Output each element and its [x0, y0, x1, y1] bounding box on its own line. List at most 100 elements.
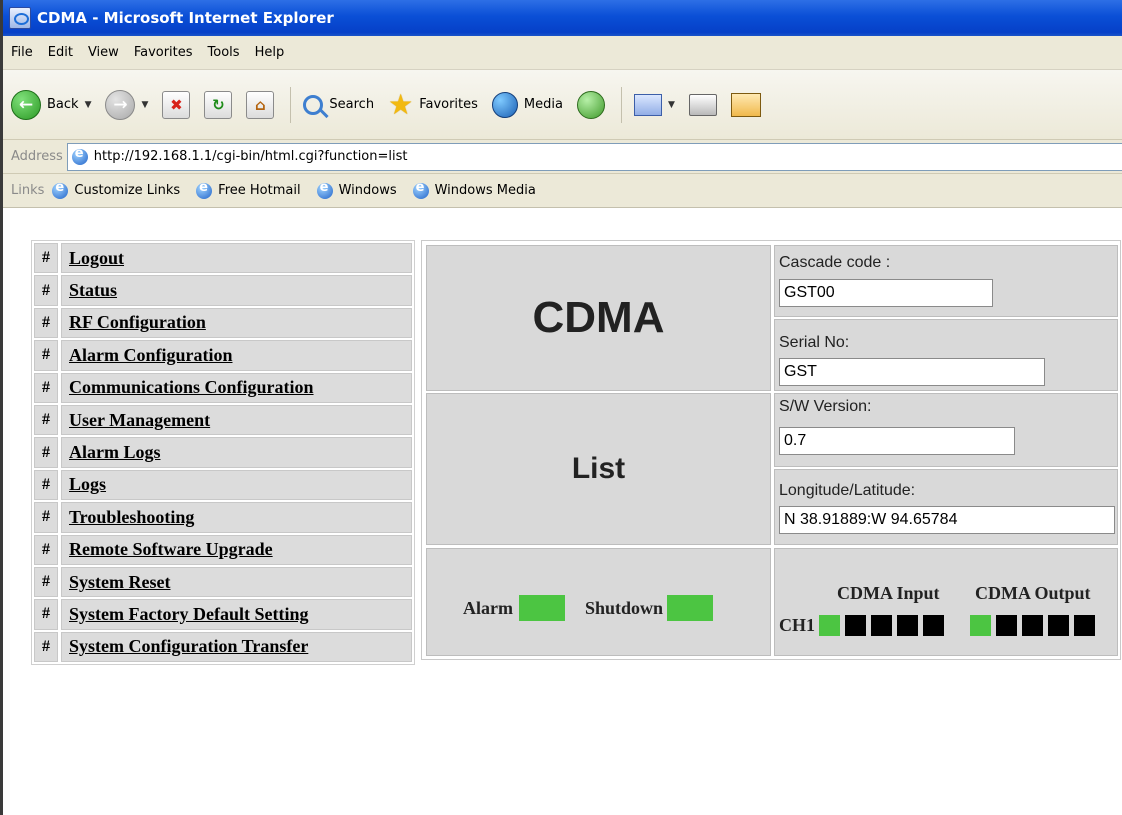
ie-page-icon — [412, 180, 429, 199]
serial-no-field[interactable]: GST — [779, 358, 1045, 386]
media-button[interactable]: Media — [491, 91, 563, 118]
menu-file[interactable]: File — [11, 45, 33, 60]
links-label: Links — [11, 183, 45, 198]
sidebar-link-system-configuration-transfer[interactable]: System Configuration Transfer — [61, 631, 412, 663]
ie-page-icon — [71, 146, 88, 165]
sidebar-link-rf-configuration[interactable]: RF Configuration — [61, 307, 412, 339]
sidebar-link-communications-configuration[interactable]: Communications Configuration — [61, 372, 412, 403]
sidebar-menu: # Logout # Status # RF Configuration # A… — [31, 240, 415, 666]
shutdown-led — [667, 595, 714, 621]
chevron-down-icon[interactable]: ▼ — [85, 100, 92, 110]
hash-marker: # — [34, 599, 58, 630]
address-url: http://192.168.1.1/cgi-bin/html.cgi?func… — [93, 149, 408, 164]
links-bar: Links Customize Links Free Hotmail Windo… — [3, 174, 1122, 208]
hash-marker: # — [34, 566, 58, 598]
hash-marker: # — [34, 275, 58, 306]
chevron-down-icon[interactable]: ▼ — [668, 100, 675, 110]
menu-view[interactable]: View — [88, 45, 119, 60]
device-title: CDMA — [532, 293, 665, 342]
hash-marker: # — [34, 534, 58, 565]
sidebar-item-system-factory-default-setting: # System Factory Default Setting — [34, 599, 412, 630]
menu-help[interactable]: Help — [255, 45, 285, 60]
hash-marker: # — [34, 340, 58, 371]
input-indicator-3 — [871, 615, 892, 636]
sidebar-link-logs[interactable]: Logs — [61, 469, 412, 501]
home-button[interactable]: ⌂ — [246, 90, 275, 119]
search-button[interactable]: Search — [303, 94, 374, 115]
window-title: CDMA - Microsoft Internet Explorer — [37, 9, 334, 27]
shutdown-label: Shutdown — [584, 597, 664, 618]
hash-marker: # — [34, 404, 58, 436]
refresh-button[interactable]: ↻ — [204, 90, 233, 119]
sidebar-link-system-reset[interactable]: System Reset — [61, 566, 412, 598]
input-indicator-5 — [923, 615, 944, 636]
favorites-button[interactable]: ★ Favorites — [388, 90, 478, 119]
back-arrow-icon: ← — [11, 89, 41, 120]
edit-button[interactable] — [730, 92, 761, 117]
menu-edit[interactable]: Edit — [48, 45, 73, 60]
sidebar-item-user-management: # User Management — [34, 404, 412, 436]
home-icon: ⌂ — [246, 90, 275, 119]
hash-marker: # — [34, 631, 58, 663]
edit-icon — [730, 92, 761, 117]
hash-marker: # — [34, 502, 58, 533]
sidebar-item-alarm-logs: # Alarm Logs — [34, 437, 412, 468]
history-button[interactable] — [576, 90, 605, 119]
input-indicator-2 — [845, 615, 866, 636]
menu-favorites[interactable]: Favorites — [134, 45, 193, 60]
link-windows-media[interactable]: Windows Media — [412, 180, 536, 199]
device-title-cell: CDMA — [426, 245, 771, 391]
address-input[interactable]: http://192.168.1.1/cgi-bin/html.cgi?func… — [66, 142, 1122, 171]
standard-toolbar: ← Back ▼ → ▼ ✖ ↻ ⌂ Search ★ Favorites Me… — [3, 70, 1122, 140]
media-icon — [491, 91, 518, 118]
forward-button[interactable]: → ▼ — [105, 89, 148, 120]
alarm-led — [518, 595, 565, 621]
location-field[interactable]: N 38.91889:W 94.65784 — [779, 506, 1115, 534]
sw-version-field[interactable]: 0.7 — [779, 427, 1015, 455]
sidebar-link-user-management[interactable]: User Management — [61, 404, 412, 436]
link-customize-links[interactable]: Customize Links — [52, 180, 180, 199]
cascade-code-field[interactable]: GST00 — [779, 279, 993, 307]
sidebar-item-remote-software-upgrade: # Remote Software Upgrade — [34, 534, 412, 565]
link-free-hotmail[interactable]: Free Hotmail — [196, 180, 301, 199]
location-cell: Longitude/Latitude: N 38.91889:W 94.6578… — [774, 469, 1118, 545]
mail-icon — [633, 93, 662, 116]
sidebar-link-remote-software-upgrade[interactable]: Remote Software Upgrade — [61, 534, 412, 565]
menu-tools[interactable]: Tools — [208, 45, 240, 60]
sidebar-link-troubleshooting[interactable]: Troubleshooting — [61, 502, 412, 533]
cascade-code-cell: Cascade code : GST00 — [774, 245, 1118, 317]
sidebar-link-logout[interactable]: Logout — [61, 243, 412, 274]
stop-button[interactable]: ✖ — [162, 90, 191, 119]
toolbar-separator — [620, 86, 622, 123]
sidebar-link-system-factory-default-setting[interactable]: System Factory Default Setting — [61, 599, 412, 630]
page-subtitle-cell: List — [426, 393, 771, 545]
print-icon — [688, 93, 717, 116]
channel-label: CH1 — [779, 615, 815, 635]
link-windows[interactable]: Windows — [316, 180, 397, 199]
serial-no-label: Serial No: — [779, 334, 850, 351]
toolbar-separator — [290, 86, 292, 123]
sw-version-label: S/W Version: — [779, 398, 872, 415]
alarm-label: Alarm — [463, 597, 513, 618]
chevron-down-icon[interactable]: ▼ — [141, 100, 148, 110]
hash-marker: # — [34, 307, 58, 339]
title-bar: CDMA - Microsoft Internet Explorer — [3, 0, 1122, 36]
browser-window: CDMA - Microsoft Internet Explorer File … — [0, 0, 1122, 815]
address-bar: Address http://192.168.1.1/cgi-bin/html.… — [3, 140, 1122, 174]
sidebar-link-alarm-configuration[interactable]: Alarm Configuration — [61, 340, 412, 371]
sidebar-link-status[interactable]: Status — [61, 275, 412, 306]
sidebar-item-communications-configuration: # Communications Configuration — [34, 372, 412, 403]
serial-no-cell: Serial No: GST — [774, 319, 1118, 391]
sidebar-item-logs: # Logs — [34, 469, 412, 501]
hash-marker: # — [34, 437, 58, 468]
ie-window-icon — [9, 7, 31, 29]
sidebar-item-rf-configuration: # RF Configuration — [34, 307, 412, 339]
sidebar-link-alarm-logs[interactable]: Alarm Logs — [61, 437, 412, 468]
ie-page-icon — [52, 180, 69, 199]
output-indicator-5 — [1074, 615, 1095, 636]
page-content: # Logout # Status # RF Configuration # A… — [3, 208, 1122, 815]
print-button[interactable] — [688, 93, 717, 116]
mail-button[interactable]: ▼ — [633, 93, 675, 116]
output-indicator-4 — [1048, 615, 1069, 636]
back-button[interactable]: ← Back ▼ — [11, 89, 92, 120]
